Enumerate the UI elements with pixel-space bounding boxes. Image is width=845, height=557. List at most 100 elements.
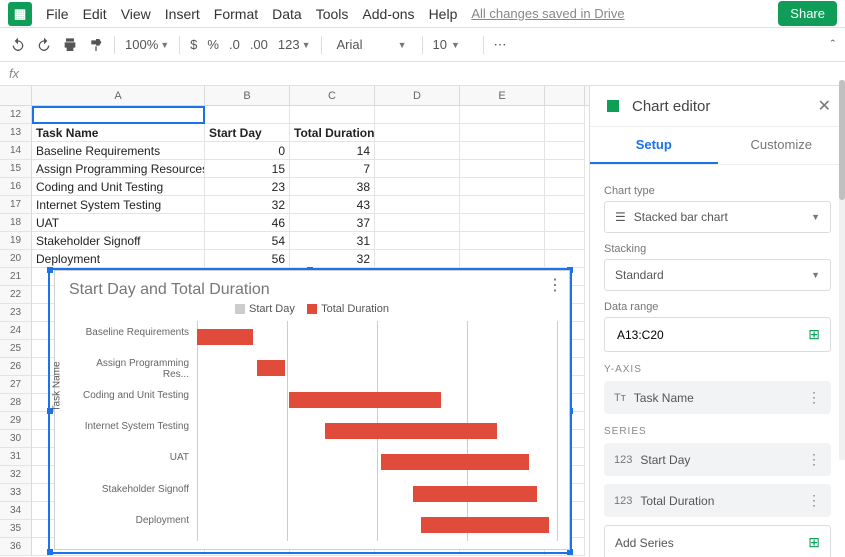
undo-icon[interactable]: [10, 37, 26, 53]
cell-B16[interactable]: 23: [205, 178, 290, 196]
cell-E16[interactable]: [460, 178, 545, 196]
select-range-icon[interactable]: ⊞: [808, 326, 820, 343]
cell-A14[interactable]: Baseline Requirements: [32, 142, 205, 160]
cell-D19[interactable]: [375, 232, 460, 250]
cell-C13[interactable]: Total Duration: [290, 124, 375, 142]
chip-menu-icon[interactable]: ⋮: [807, 389, 821, 406]
row-header[interactable]: 33: [0, 484, 32, 502]
paint-format-icon[interactable]: [88, 37, 104, 53]
cell-D18[interactable]: [375, 214, 460, 232]
row-header[interactable]: 28: [0, 394, 32, 412]
row-header[interactable]: 17: [0, 196, 32, 214]
row-header[interactable]: 36: [0, 538, 32, 556]
tab-setup[interactable]: Setup: [590, 127, 718, 164]
tab-customize[interactable]: Customize: [718, 127, 845, 164]
cell-B17[interactable]: 32: [205, 196, 290, 214]
row-header[interactable]: 20: [0, 250, 32, 268]
menu-edit[interactable]: Edit: [83, 6, 107, 22]
cell-B19[interactable]: 54: [205, 232, 290, 250]
row-header[interactable]: 15: [0, 160, 32, 178]
cell-A17[interactable]: Internet System Testing: [32, 196, 205, 214]
cell-F16[interactable]: [545, 178, 585, 196]
row-header[interactable]: 32: [0, 466, 32, 484]
cell-E14[interactable]: [460, 142, 545, 160]
cell-D16[interactable]: [375, 178, 460, 196]
series-chip-startday[interactable]: 123 Start Day ⋮: [604, 443, 831, 476]
cell-A18[interactable]: UAT: [32, 214, 205, 232]
yaxis-chip[interactable]: Tт Task Name ⋮: [604, 381, 831, 414]
row-header[interactable]: 24: [0, 322, 32, 340]
col-header-D[interactable]: D: [375, 86, 460, 105]
decrease-decimal[interactable]: .0: [229, 37, 240, 52]
cell-E17[interactable]: [460, 196, 545, 214]
cell-C12[interactable]: [290, 106, 375, 124]
menu-insert[interactable]: Insert: [165, 6, 200, 22]
row-header[interactable]: 21: [0, 268, 32, 286]
menu-format[interactable]: Format: [214, 6, 258, 22]
col-header-A[interactable]: A: [32, 86, 205, 105]
collapse-toolbar-icon[interactable]: ˆ: [831, 37, 835, 52]
redo-icon[interactable]: [36, 37, 52, 53]
cell-F19[interactable]: [545, 232, 585, 250]
font-size-select[interactable]: 10▼: [433, 37, 473, 52]
menu-tools[interactable]: Tools: [316, 6, 349, 22]
cell-C19[interactable]: 31: [290, 232, 375, 250]
menu-data[interactable]: Data: [272, 6, 302, 22]
embedded-chart[interactable]: ⋮ Start Day and Total Duration Start Day…: [54, 270, 570, 550]
row-header[interactable]: 22: [0, 286, 32, 304]
cell-E13[interactable]: [460, 124, 545, 142]
cell-F18[interactable]: [545, 214, 585, 232]
row-header[interactable]: 26: [0, 358, 32, 376]
cell-C18[interactable]: 37: [290, 214, 375, 232]
cell-C15[interactable]: 7: [290, 160, 375, 178]
series-chip-duration[interactable]: 123 Total Duration ⋮: [604, 484, 831, 517]
format-percent[interactable]: %: [207, 37, 219, 52]
stacking-select[interactable]: Standard ▼: [604, 259, 831, 291]
row-header[interactable]: 30: [0, 430, 32, 448]
row-header[interactable]: 31: [0, 448, 32, 466]
cell-A12[interactable]: [32, 106, 205, 124]
cell-C20[interactable]: 32: [290, 250, 375, 268]
font-select[interactable]: Arial▼: [332, 34, 412, 55]
cell-F17[interactable]: [545, 196, 585, 214]
chart-type-select[interactable]: ☰ Stacked bar chart ▼: [604, 201, 831, 233]
menu-help[interactable]: Help: [429, 6, 458, 22]
row-header[interactable]: 27: [0, 376, 32, 394]
cell-E18[interactable]: [460, 214, 545, 232]
more-format-icon[interactable]: ⋯: [494, 37, 507, 53]
close-icon[interactable]: ✕: [818, 96, 831, 116]
cell-E19[interactable]: [460, 232, 545, 250]
row-header[interactable]: 23: [0, 304, 32, 322]
chart-menu-icon[interactable]: ⋮: [547, 275, 563, 295]
cell-F15[interactable]: [545, 160, 585, 178]
chip-menu-icon[interactable]: ⋮: [807, 492, 821, 509]
cell-A16[interactable]: Coding and Unit Testing: [32, 178, 205, 196]
cell-B14[interactable]: 0: [205, 142, 290, 160]
cell-B20[interactable]: 56: [205, 250, 290, 268]
cell-B13[interactable]: Start Day: [205, 124, 290, 142]
increase-decimal[interactable]: .00: [250, 37, 268, 52]
row-header[interactable]: 35: [0, 520, 32, 538]
print-icon[interactable]: [62, 37, 78, 53]
cell-C16[interactable]: 38: [290, 178, 375, 196]
col-header-C[interactable]: C: [290, 86, 375, 105]
cell-A13[interactable]: Task Name: [32, 124, 205, 142]
cell-E15[interactable]: [460, 160, 545, 178]
cell-F13[interactable]: [545, 124, 585, 142]
data-range-input[interactable]: ⊞: [604, 317, 831, 352]
cell-B18[interactable]: 46: [205, 214, 290, 232]
cell-D14[interactable]: [375, 142, 460, 160]
cell-D17[interactable]: [375, 196, 460, 214]
row-header[interactable]: 29: [0, 412, 32, 430]
row-header[interactable]: 25: [0, 340, 32, 358]
cell-B15[interactable]: 15: [205, 160, 290, 178]
cell-F20[interactable]: [545, 250, 585, 268]
cell-D20[interactable]: [375, 250, 460, 268]
add-series-button[interactable]: Add Series ⊞: [604, 525, 831, 557]
row-header[interactable]: 16: [0, 178, 32, 196]
row-header[interactable]: 13: [0, 124, 32, 142]
cell-D13[interactable]: [375, 124, 460, 142]
formula-input[interactable]: [28, 65, 845, 82]
row-header[interactable]: 19: [0, 232, 32, 250]
select-range-icon[interactable]: ⊞: [808, 534, 820, 551]
